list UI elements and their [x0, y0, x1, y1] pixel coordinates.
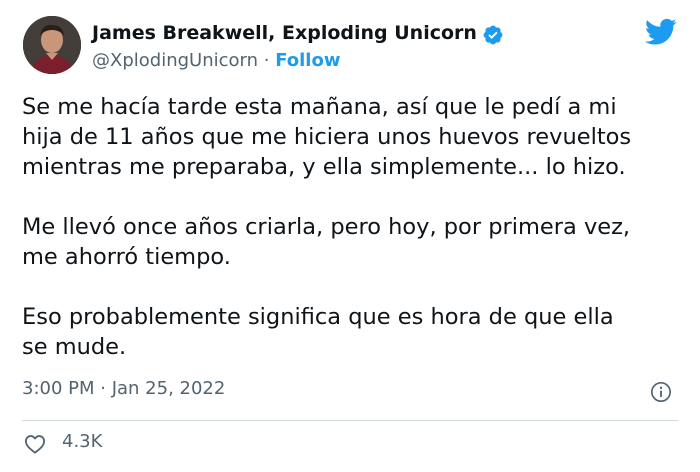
tweet-paragraph: Eso probablemente significa que es hora …	[22, 304, 614, 360]
twitter-bird-icon[interactable]	[645, 18, 677, 46]
tweet-paragraph: Se me hacía tarde esta mañana, así que l…	[22, 94, 632, 180]
info-icon[interactable]	[650, 381, 672, 403]
heart-icon[interactable]	[24, 434, 46, 454]
divider	[22, 420, 678, 421]
handle-separator: ·	[258, 50, 276, 71]
follow-button[interactable]: Follow	[275, 50, 340, 71]
verified-badge-icon	[483, 25, 503, 45]
tweet-card: James Breakwell, Exploding Unicorn @Xplo…	[0, 0, 700, 472]
like-count[interactable]: 4.3K	[62, 431, 102, 452]
avatar[interactable]	[23, 16, 81, 74]
tweet-text: Se me hacía tarde esta mañana, así que l…	[22, 92, 682, 362]
tweet-timestamp[interactable]: 3:00 PM · Jan 25, 2022	[22, 378, 225, 399]
author-handle[interactable]: @XplodingUnicorn	[92, 50, 258, 71]
author-display-name[interactable]: James Breakwell, Exploding Unicorn	[92, 22, 477, 44]
tweet-paragraph: Me llevó once años criarla, pero hoy, po…	[22, 214, 631, 270]
author-handle-line: @XplodingUnicorn · Follow	[92, 50, 340, 71]
